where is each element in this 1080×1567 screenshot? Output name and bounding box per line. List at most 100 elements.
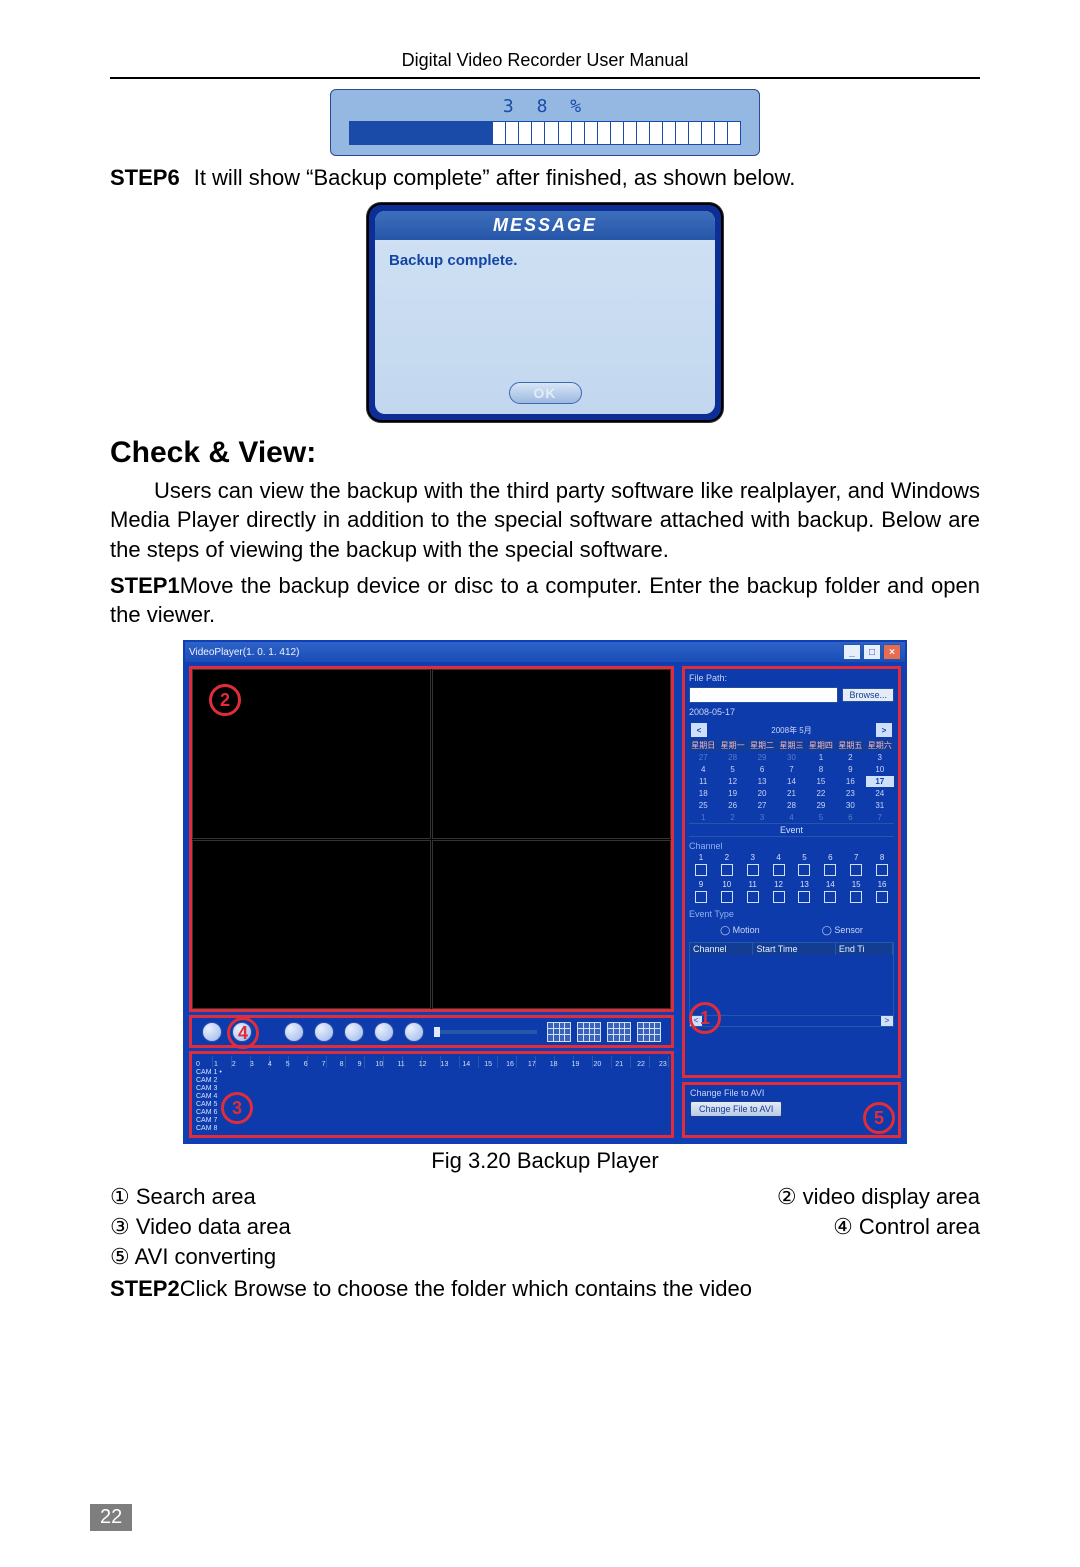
cam-label: CAM 1 •	[196, 1069, 667, 1076]
window-title: VideoPlayer(1. 0. 1. 412)	[189, 647, 299, 658]
maximize-button[interactable]: □	[863, 644, 881, 660]
channel-checkbox[interactable]	[695, 864, 707, 876]
calendar-day[interactable]: 11	[689, 776, 717, 787]
channel-checkbox[interactable]	[798, 891, 810, 903]
volume-icon[interactable]	[404, 1022, 424, 1042]
layout-2-button[interactable]	[577, 1022, 601, 1042]
motion-radio[interactable]: ◯ Motion	[720, 925, 760, 936]
channel-checkbox[interactable]	[850, 891, 862, 903]
calendar-day[interactable]: 14	[777, 776, 805, 787]
calendar-day[interactable]: 2	[836, 752, 864, 763]
layout-4-button[interactable]	[637, 1022, 661, 1042]
channel-number: 11	[741, 880, 765, 889]
progress-segment	[506, 122, 519, 144]
calendar-day[interactable]: 24	[866, 788, 894, 799]
video-display-grid	[189, 666, 674, 1012]
progress-segment	[545, 122, 558, 144]
calendar-day[interactable]: 4	[689, 764, 717, 775]
calendar-day[interactable]: 27	[689, 752, 717, 763]
calendar-day[interactable]: 23	[836, 788, 864, 799]
play-button[interactable]	[202, 1022, 222, 1042]
channel-checkbox[interactable]	[876, 891, 888, 903]
calendar-day[interactable]: 3	[866, 752, 894, 763]
channel-checkbox[interactable]	[721, 864, 733, 876]
channel-checkbox[interactable]	[747, 891, 759, 903]
calendar-day[interactable]: 29	[748, 752, 776, 763]
channel-checkbox[interactable]	[721, 891, 733, 903]
calendar-day[interactable]: 12	[718, 776, 746, 787]
calendar-day[interactable]: 4	[777, 812, 805, 823]
calendar-day[interactable]: 6	[836, 812, 864, 823]
page-header: Digital Video Recorder User Manual	[110, 50, 980, 79]
calendar-day[interactable]: 6	[748, 764, 776, 775]
channel-checkbox[interactable]	[773, 891, 785, 903]
progress-segment	[532, 122, 545, 144]
layout-1-button[interactable]	[547, 1022, 571, 1042]
ruler-hour: 9	[358, 1061, 362, 1068]
calendar-day[interactable]: 30	[836, 800, 864, 811]
sensor-radio[interactable]: ◯ Sensor	[822, 925, 863, 936]
calendar-day[interactable]: 10	[866, 764, 894, 775]
calendar-day[interactable]: 20	[748, 788, 776, 799]
calendar-day[interactable]: 1	[689, 812, 717, 823]
browse-button[interactable]: Browse...	[842, 688, 894, 702]
message-title: MESSAGE	[375, 211, 715, 240]
avi-convert-button[interactable]: Change File to AVI	[690, 1101, 782, 1117]
calendar-day[interactable]: 5	[807, 812, 835, 823]
prev-button[interactable]	[314, 1022, 334, 1042]
calendar-day[interactable]: 29	[807, 800, 835, 811]
calendar-day[interactable]: 26	[718, 800, 746, 811]
ok-button[interactable]: OK	[509, 382, 582, 404]
message-dialog-figure: MESSAGE Backup complete. OK	[367, 203, 723, 422]
calendar-day[interactable]: 7	[866, 812, 894, 823]
channel-checkbox[interactable]	[876, 864, 888, 876]
fwd-button[interactable]	[374, 1022, 394, 1042]
close-button[interactable]: ×	[883, 644, 901, 660]
legend-row-2: ③ Video data area ④ Control area	[110, 1214, 980, 1240]
calendar-day[interactable]: 1	[807, 752, 835, 763]
message-btn-row: OK	[375, 376, 715, 414]
channel-checkbox[interactable]	[798, 864, 810, 876]
rew-button[interactable]	[344, 1022, 364, 1042]
calendar-day[interactable]: 15	[807, 776, 835, 787]
calendar-day[interactable]: 3	[748, 812, 776, 823]
channel-checkbox[interactable]	[824, 864, 836, 876]
calendar-day[interactable]: 22	[807, 788, 835, 799]
legend-video-display: ② video display area	[777, 1184, 980, 1210]
channel-checkbox[interactable]	[773, 864, 785, 876]
calendar: < 2008年 5月 > 星期日星期一星期二星期三星期四星期五星期六 27282…	[689, 721, 894, 837]
calendar-day[interactable]: 30	[777, 752, 805, 763]
calendar-day[interactable]: 27	[748, 800, 776, 811]
calendar-day[interactable]: 7	[777, 764, 805, 775]
channel-number: 3	[741, 853, 765, 862]
calendar-day[interactable]: 2	[718, 812, 746, 823]
calendar-prev-button[interactable]: <	[691, 723, 707, 737]
calendar-day[interactable]: 8	[807, 764, 835, 775]
channel-checkbox[interactable]	[824, 891, 836, 903]
legend-search-area: ① Search area	[110, 1184, 256, 1210]
channel-checkbox[interactable]	[850, 864, 862, 876]
calendar-next-button[interactable]: >	[876, 723, 892, 737]
progress-figure: 3 8 %	[330, 89, 760, 156]
calendar-day[interactable]: 5	[718, 764, 746, 775]
stop-button[interactable]	[284, 1022, 304, 1042]
channel-checkbox[interactable]	[747, 864, 759, 876]
calendar-day[interactable]: 28	[777, 800, 805, 811]
layout-3-button[interactable]	[607, 1022, 631, 1042]
calendar-day[interactable]: 25	[689, 800, 717, 811]
filepath-input[interactable]	[689, 687, 838, 703]
calendar-day[interactable]: 28	[718, 752, 746, 763]
volume-slider[interactable]	[434, 1030, 537, 1034]
calendar-day[interactable]: 31	[866, 800, 894, 811]
calendar-day[interactable]: 13	[748, 776, 776, 787]
ruler-hour: 22	[637, 1061, 645, 1068]
channel-checkbox[interactable]	[695, 891, 707, 903]
calendar-day[interactable]: 21	[777, 788, 805, 799]
calendar-day[interactable]: 19	[718, 788, 746, 799]
calendar-day[interactable]: 16	[836, 776, 864, 787]
channel-number: 2	[715, 853, 739, 862]
calendar-day[interactable]: 17	[866, 776, 894, 787]
minimize-button[interactable]: _	[843, 644, 861, 660]
calendar-day[interactable]: 9	[836, 764, 864, 775]
calendar-day[interactable]: 18	[689, 788, 717, 799]
